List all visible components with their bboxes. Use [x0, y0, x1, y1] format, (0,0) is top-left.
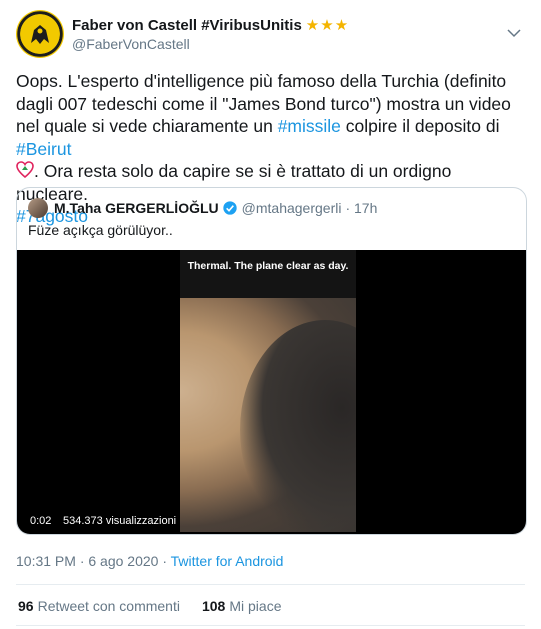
tweet-header: Faber von Castell #ViribusUnitis ★★★ @Fa…: [16, 10, 525, 60]
tweet-text-part: colpire il deposito di: [340, 116, 500, 136]
quoted-tweet-card[interactable]: M.Taha GERGERLİOĞLU @mtahagergerli · 17h…: [16, 187, 527, 535]
user-handle[interactable]: @FaberVonCastell: [72, 36, 190, 52]
quoted-handle[interactable]: @mtahagergerli: [242, 200, 342, 216]
hashtag-missile-link[interactable]: #missile: [278, 116, 341, 136]
retweets-count: 96: [18, 598, 34, 614]
quoted-avatar[interactable]: [28, 198, 48, 218]
likes-stat[interactable]: 108 Mi piace: [202, 598, 282, 614]
hashtag-beirut-link[interactable]: #Beirut: [16, 139, 71, 159]
quoted-display-name[interactable]: M.Taha GERGERLİOĞLU: [54, 200, 219, 216]
source-link[interactable]: Twitter for Android: [171, 553, 284, 569]
video-frame: Thermal. The plane clear as day.: [180, 250, 356, 532]
divider: [16, 625, 525, 626]
retweets-stat[interactable]: 96 Retweet con commenti: [18, 598, 180, 614]
verified-badge-icon: [222, 201, 237, 215]
time-date[interactable]: 10:31 PM · 6 ago 2020 ·: [16, 553, 171, 569]
video-view-count: 534.373 visualizzazioni: [63, 515, 177, 527]
video-duration: 0:02: [30, 515, 52, 527]
video-caption: Thermal. The plane clear as day.: [187, 260, 349, 272]
likes-count: 108: [201, 598, 226, 614]
lebanon-flag-icon: [16, 161, 34, 179]
video-player[interactable]: Thermal. The plane clear as day. 0:02 53…: [17, 250, 526, 534]
divider: [16, 584, 525, 585]
quoted-text: Füze açıkça görülüyor..: [28, 222, 173, 238]
engagement-stats: 96 Retweet con commenti 108 Mi piace: [18, 598, 303, 614]
quoted-time[interactable]: · 17h: [345, 200, 377, 216]
retweets-label: Retweet con commenti: [37, 598, 180, 614]
likes-label: Mi piace: [229, 598, 282, 614]
star-emoji-icons: ★★★: [305, 17, 350, 34]
avatar[interactable]: [16, 10, 64, 58]
display-name[interactable]: Faber von Castell #ViribusUnitis: [72, 17, 302, 34]
chevron-down-icon[interactable]: [505, 24, 523, 42]
tweet-timestamp: 10:31 PM · 6 ago 2020 · Twitter for Andr…: [16, 553, 283, 569]
